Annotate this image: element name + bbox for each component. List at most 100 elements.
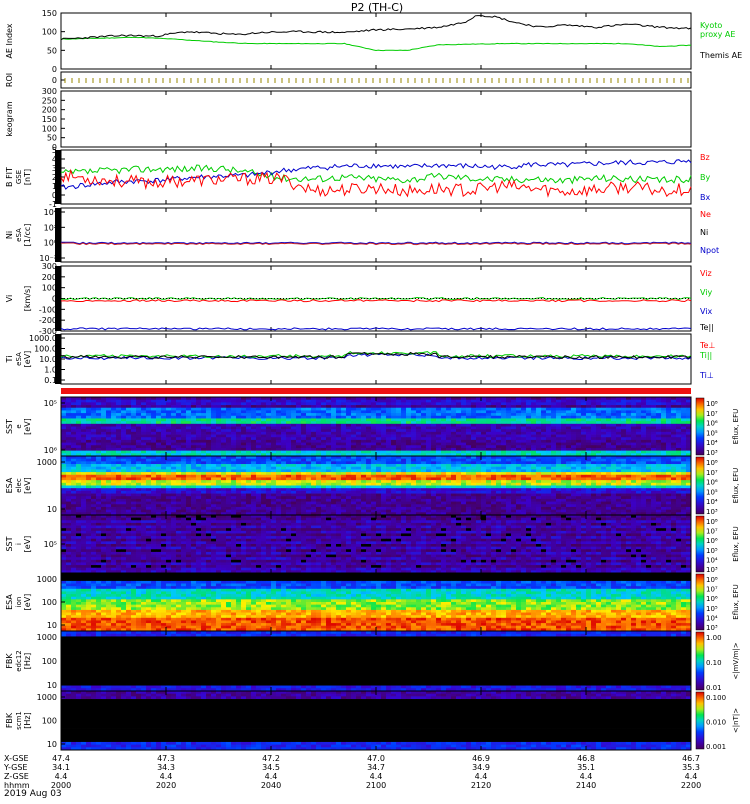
sst-e-cell: [621, 410, 626, 413]
esa-e-cell: [146, 459, 151, 462]
sst-e-cell: [396, 402, 401, 405]
sst-e-cell: [511, 448, 516, 451]
esa-e-cell: [611, 491, 616, 494]
esa-e-cell: [131, 486, 136, 489]
esa-e-cell: [391, 491, 396, 494]
sst-e-cell: [251, 410, 256, 413]
sst-e-cell: [366, 445, 371, 448]
sst-e-cell: [216, 427, 221, 430]
esa-e-cell: [526, 461, 531, 464]
esa-e-cell: [531, 464, 536, 467]
sst-e-cell: [521, 416, 526, 419]
esa-e-cell: [366, 483, 371, 486]
sst-e-cell: [671, 440, 676, 443]
esa-e-cell: [336, 491, 341, 494]
sst-e-cell: [81, 424, 86, 427]
sst-e-cell: [226, 402, 231, 405]
esa-e-cell: [476, 467, 481, 470]
esa-e-cell: [256, 483, 261, 486]
sst-e-cell: [396, 432, 401, 435]
esa-e-cell: [111, 477, 116, 480]
esa-e-cell: [146, 480, 151, 483]
esa-e-cell: [656, 467, 661, 470]
sst-e-cell: [356, 429, 361, 432]
esa-e-cell: [431, 461, 436, 464]
sst-e-cell: [606, 402, 611, 405]
sst-e-cell: [651, 400, 656, 403]
sst-e-cell: [191, 413, 196, 416]
sst-e-cell: [571, 405, 576, 408]
esa-e-cell: [456, 483, 461, 486]
esa-e-cell: [301, 461, 306, 464]
sst-e-cell: [401, 432, 406, 435]
esa-e-cell: [66, 483, 71, 486]
esa-e-cell: [161, 472, 166, 475]
esa-e-cell: [506, 488, 511, 491]
esa-e-cell: [391, 464, 396, 467]
esa-e-cell: [456, 469, 461, 472]
esa-e-cell: [451, 464, 456, 467]
esa-e-cell: [111, 494, 116, 497]
sst-e-cell: [161, 410, 166, 413]
sst-e-cell: [406, 440, 411, 443]
sst-e-cell: [566, 410, 571, 413]
sst-e-cell: [176, 424, 181, 427]
sst-e-cell: [451, 402, 456, 405]
esa-e-cell: [526, 483, 531, 486]
sst-e-cell: [641, 448, 646, 451]
esa-e-cell: [376, 491, 381, 494]
sst-e-cell: [431, 413, 436, 416]
esa-e-cell: [296, 483, 301, 486]
esa-e-cell: [141, 464, 146, 467]
sst-e-cell: [361, 410, 366, 413]
esa-e-cell: [621, 494, 626, 497]
esa-e-cell: [586, 483, 591, 486]
sst-e-cell: [476, 416, 481, 419]
esa-e-cell: [656, 472, 661, 475]
esa-e-cell: [401, 467, 406, 470]
esa-e-cell: [431, 483, 436, 486]
sst-e-cell: [231, 418, 236, 421]
sst-e-cell: [226, 421, 231, 424]
esa-e-cell: [446, 491, 451, 494]
esa-e-cell: [611, 480, 616, 483]
esa-e-cell: [216, 486, 221, 489]
sst-e-cell: [496, 429, 501, 432]
sst-e-cell: [486, 418, 491, 421]
esa-e-cell: [456, 467, 461, 470]
sst-e-cell: [301, 418, 306, 421]
summary-plot-svg: P2 (TH-C) 2019 Aug 03 AE Index050100150K…: [0, 0, 750, 800]
esa-e-cell: [211, 486, 216, 489]
esa-e-cell: [316, 486, 321, 489]
sst-e-cell: [401, 421, 406, 424]
sst-e-cell: [526, 402, 531, 405]
esa-e-cell: [171, 480, 176, 483]
esa-e-cell: [606, 472, 611, 475]
esa-e-cell: [241, 459, 246, 462]
sst-e-cell: [676, 429, 681, 432]
sst-e-cell: [61, 448, 66, 451]
sst-e-cell: [576, 408, 581, 411]
sst-e-cell: [291, 421, 296, 424]
esa-e-cell: [481, 480, 486, 483]
sst-e-cell: [421, 451, 426, 454]
sst-e-cell: [651, 448, 656, 451]
esa-e-cell: [426, 472, 431, 475]
esa-e-cell: [386, 467, 391, 470]
esa-e-cell: [481, 488, 486, 491]
sst-e-cell: [426, 443, 431, 446]
sst-e-cell: [196, 448, 201, 451]
sst-e-cell: [591, 413, 596, 416]
sst-e-cell: [631, 418, 636, 421]
sst-e-cell: [526, 440, 531, 443]
esa-e-cell: [506, 477, 511, 480]
sst-e-cell: [626, 408, 631, 411]
esa-e-cell: [231, 488, 236, 491]
esa-e-cell: [461, 475, 466, 478]
sst-e-cell: [96, 410, 101, 413]
sst-e-cell: [461, 416, 466, 419]
esa-e-cell: [171, 491, 176, 494]
sst-e-cell: [451, 437, 456, 440]
esa-e-cell: [396, 491, 401, 494]
sst-e-cell: [426, 400, 431, 403]
